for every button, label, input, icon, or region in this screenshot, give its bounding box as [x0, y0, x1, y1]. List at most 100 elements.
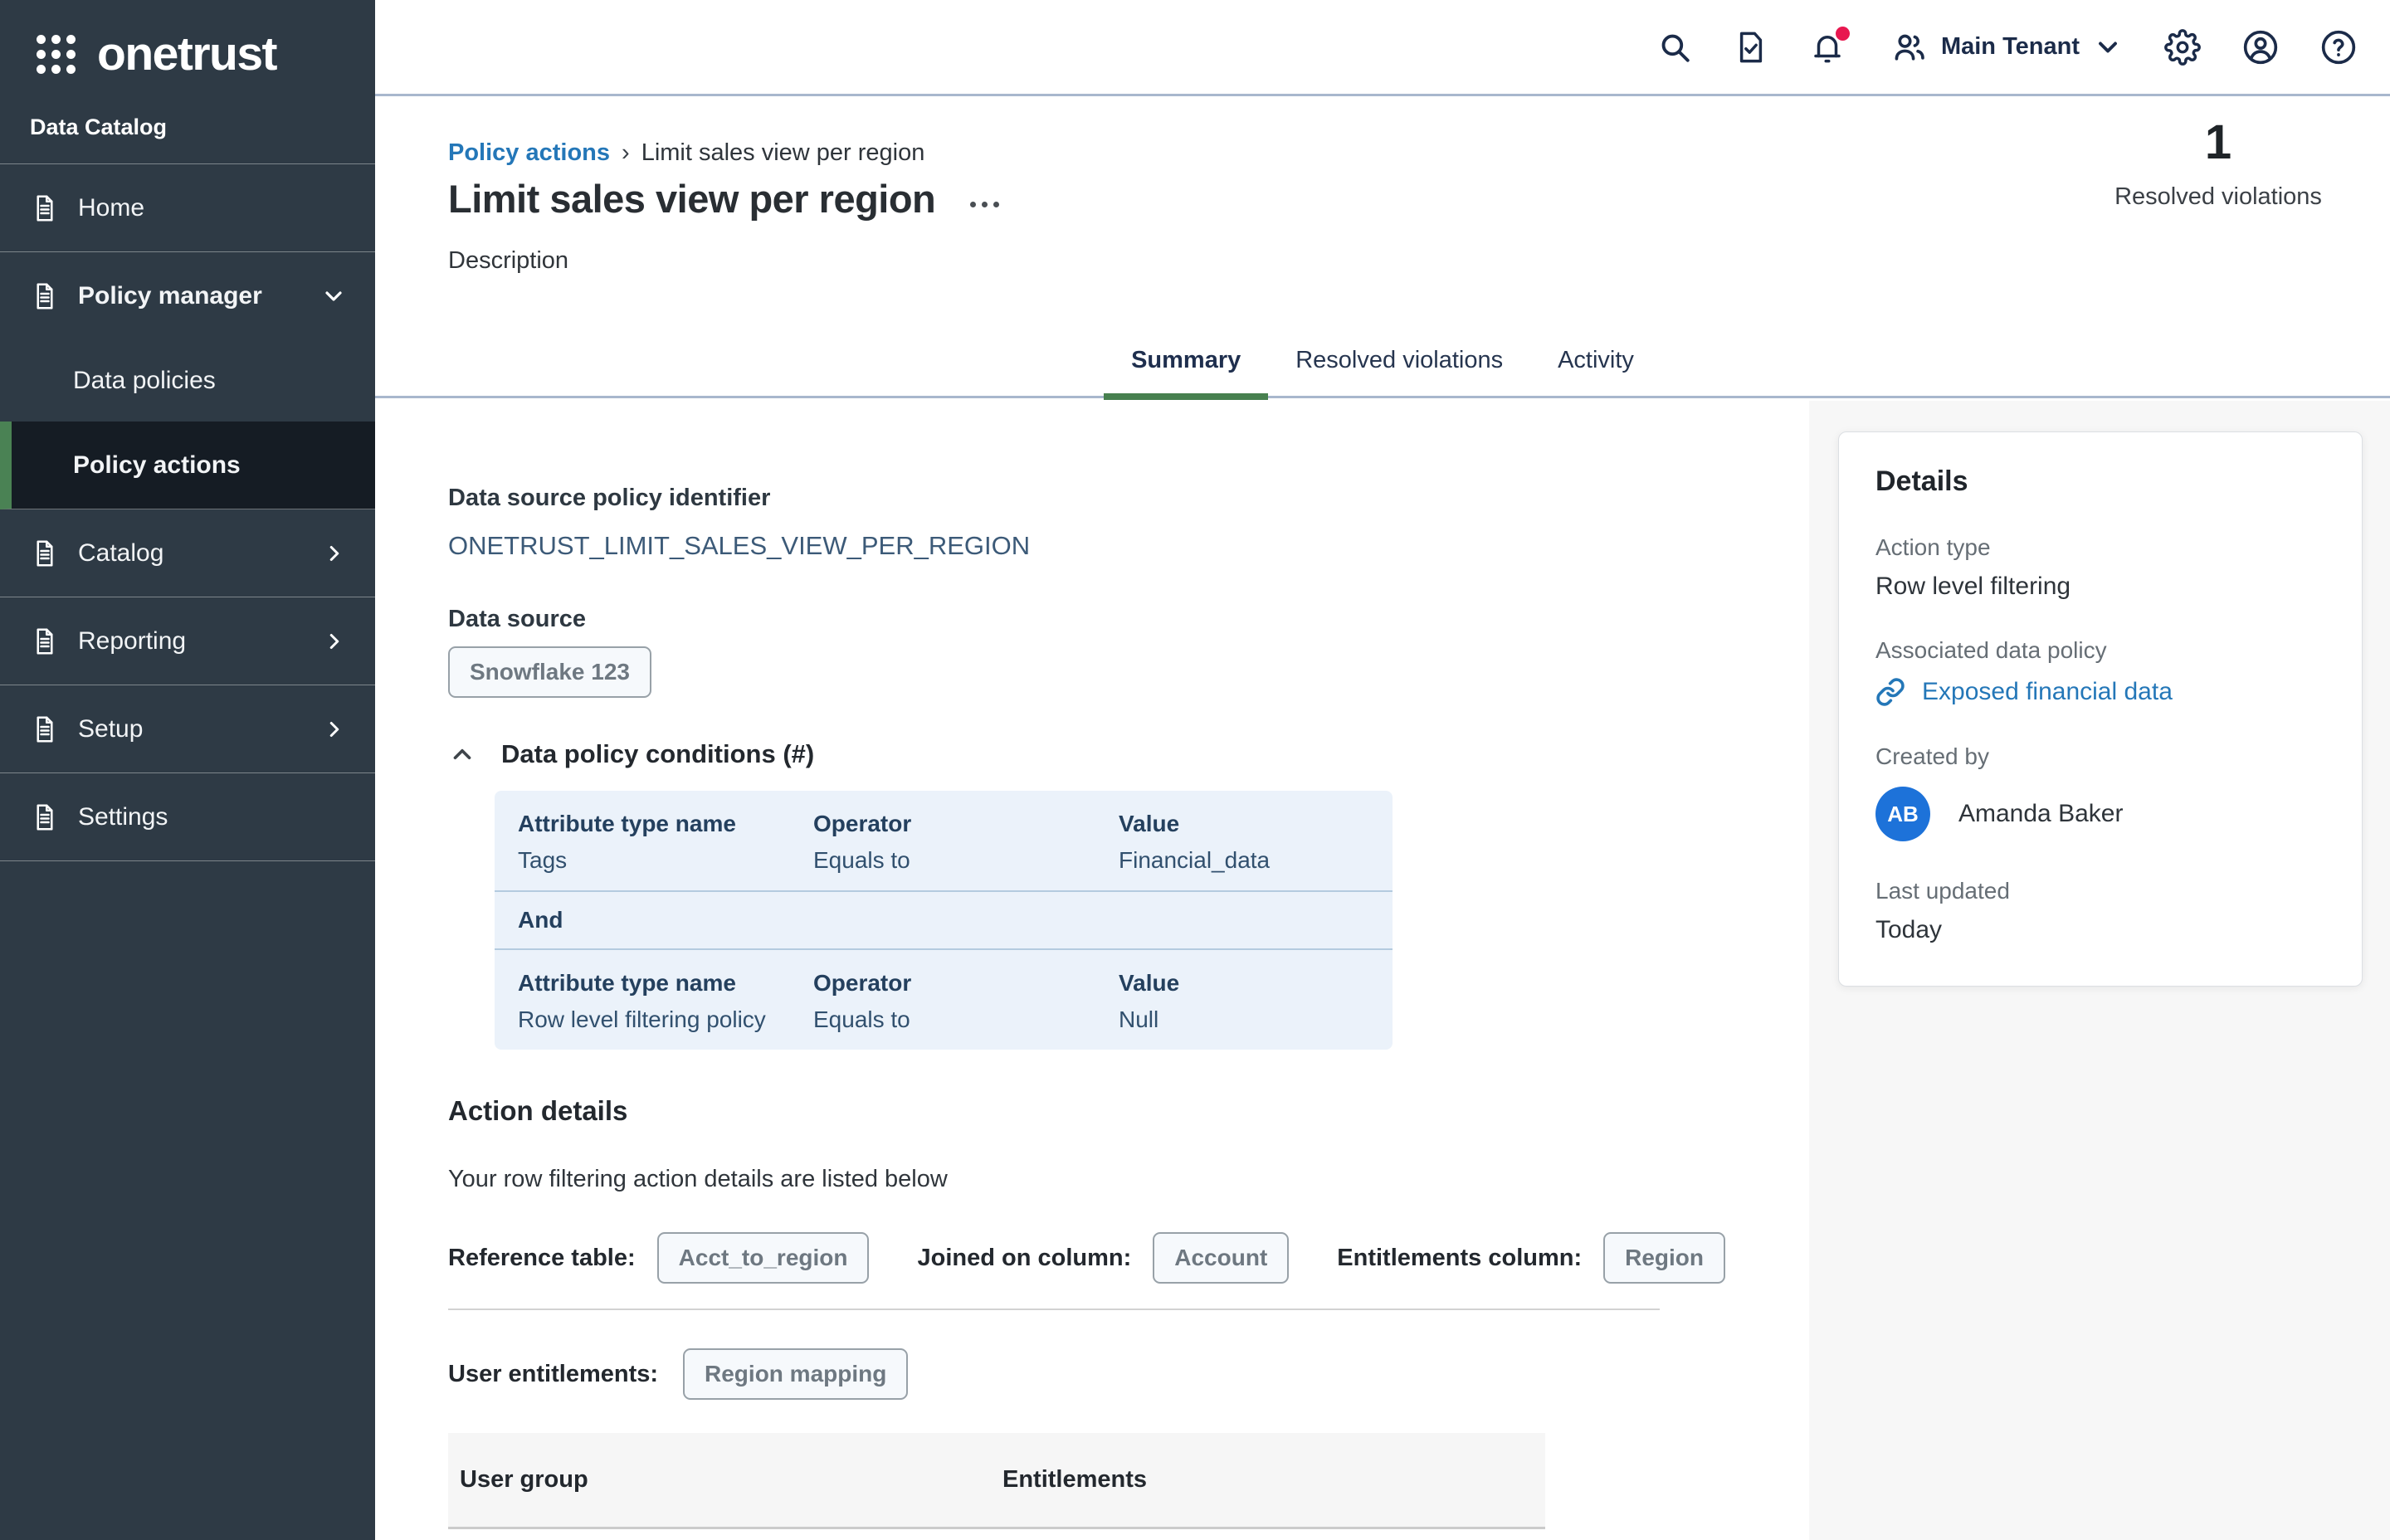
sidebar-item-label: Policy manager [78, 282, 262, 310]
sidebar-item-home[interactable]: Home [0, 164, 375, 252]
notification-badge [1836, 27, 1850, 41]
data-source-chip: Snowflake 123 [448, 646, 651, 698]
search-icon[interactable] [1657, 30, 1692, 65]
chevron-right-icon [322, 541, 347, 566]
action-type-label: Action type [1875, 534, 2325, 561]
details-card: Details Action type Row level filtering … [1838, 431, 2363, 987]
condition-attribute-value: Tags [518, 847, 813, 874]
associated-policy-link[interactable]: Exposed financial data [1875, 677, 2325, 707]
tenant-switcher[interactable]: Main Tenant [1891, 29, 2123, 66]
topbar: Main Tenant [375, 0, 2390, 96]
user-entitlements-field: User entitlements: Region mapping [448, 1348, 1759, 1400]
sidebar-item-label: Policy actions [73, 451, 241, 480]
settings-gear-icon[interactable] [2164, 29, 2201, 66]
breadcrumb: Policy actions › Limit sales view per re… [448, 139, 924, 167]
breadcrumb-policy-actions-link[interactable]: Policy actions [448, 139, 610, 167]
notifications-bell-icon[interactable] [1810, 30, 1845, 65]
conditions-conjunction: And [495, 892, 1393, 948]
last-updated-label: Last updated [1875, 878, 2325, 904]
tab-summary[interactable]: Summary [1104, 347, 1268, 396]
document-icon [30, 802, 60, 832]
user-entitlements-chip: Region mapping [683, 1348, 908, 1400]
action-details-description: Your row filtering action details are li… [448, 1164, 1759, 1194]
collapse-chevron-up-icon[interactable] [448, 740, 476, 768]
condition-col-operator: Operator [813, 970, 1119, 997]
document-icon [30, 193, 60, 223]
tenant-users-icon [1891, 29, 1928, 66]
joined-on-column-chip: Account [1153, 1232, 1289, 1284]
condition-value: Null [1119, 1006, 1376, 1033]
condition-value: Financial_data [1119, 847, 1376, 874]
stat-value: 1 [2081, 115, 2355, 170]
sidebar-item-label: Home [78, 194, 144, 222]
conditions-title: Data policy conditions (#) [501, 739, 814, 769]
associated-policy-link-text: Exposed financial data [1922, 678, 2173, 706]
summary-section: Data source policy identifier ONETRUST_L… [448, 401, 1759, 1529]
stat-label: Resolved violations [2081, 183, 2355, 211]
condition-attribute-value: Row level filtering policy [518, 1006, 813, 1033]
sidebar-item-label: Setup [78, 715, 143, 743]
sidebar-item-label: Data policies [73, 367, 216, 395]
sidebar-item-setup[interactable]: Setup [0, 685, 375, 773]
condition-col-value: Value [1119, 811, 1376, 837]
entitlements-table-header: User group Entitlements [448, 1433, 1545, 1529]
condition-operator-value: Equals to [813, 847, 1119, 874]
condition-col-value: Value [1119, 970, 1376, 997]
condition-col-attribute: Attribute type name [518, 970, 813, 997]
condition-col-attribute: Attribute type name [518, 811, 813, 837]
joined-on-column-label: Joined on column: [917, 1245, 1131, 1272]
more-actions-button[interactable] [970, 190, 999, 207]
condition-operator-value: Equals to [813, 1006, 1119, 1033]
identifier-value: ONETRUST_LIMIT_SALES_VIEW_PER_REGION [448, 530, 1759, 562]
sidebar-item-settings[interactable]: Settings [0, 773, 375, 861]
condition-row: Attribute type name Tags Operator Equals… [495, 791, 1393, 890]
action-details-fields: Reference table: Acct_to_region Joined o… [448, 1232, 1759, 1284]
document-icon [30, 714, 60, 744]
condition-col-operator: Operator [813, 811, 1119, 837]
created-by-name: Amanda Baker [1958, 800, 2123, 828]
action-details-title: Action details [448, 1094, 1759, 1128]
main-content: Policy actions › Limit sales view per re… [375, 96, 2390, 1540]
details-title: Details [1875, 465, 2325, 498]
breadcrumb-current: Limit sales view per region [641, 139, 925, 167]
sidebar-item-label: Settings [78, 803, 168, 831]
document-icon [30, 539, 60, 568]
column-header-entitlements: Entitlements [1002, 1466, 1545, 1494]
sidebar-item-policy-actions[interactable]: Policy actions [0, 422, 375, 509]
onetrust-data-catalog-app: { "brand": { "logo_text": "onetrust", "a… [0, 0, 2390, 1540]
sidebar-item-data-policies[interactable]: Data policies [0, 340, 375, 422]
associated-policy-label: Associated data policy [1875, 637, 2325, 664]
breadcrumb-separator: › [622, 139, 630, 167]
sidebar-item-policy-manager[interactable]: Policy manager [0, 252, 375, 340]
document-icon [30, 626, 60, 656]
sidebar-item-catalog[interactable]: Catalog [0, 509, 375, 597]
sidebar-item-label: Reporting [78, 627, 186, 655]
help-icon[interactable] [2320, 29, 2357, 66]
document-icon [30, 281, 60, 311]
last-updated-value: Today [1875, 916, 2325, 944]
page-title: Limit sales view per region [448, 176, 935, 222]
tab-activity[interactable]: Activity [1530, 347, 1661, 396]
tabbar: Summary Resolved violations Activity [375, 325, 2390, 398]
reference-table-label: Reference table: [448, 1245, 636, 1272]
tab-resolved-violations[interactable]: Resolved violations [1268, 347, 1530, 396]
data-source-label: Data source [448, 605, 1759, 633]
document-check-icon[interactable] [1734, 30, 1768, 65]
sidebar: onetrust Data Catalog Home Policy manage… [0, 0, 375, 1540]
logo-wordmark: onetrust [97, 27, 276, 81]
link-chain-icon [1875, 677, 1905, 707]
action-type-value: Row level filtering [1875, 573, 2325, 601]
sidebar-item-reporting[interactable]: Reporting [0, 597, 375, 685]
created-by-label: Created by [1875, 743, 2325, 770]
chevron-down-icon [2093, 32, 2123, 62]
section-divider [448, 1309, 1660, 1310]
app-name: Data Catalog [0, 83, 375, 164]
chevron-right-icon [322, 717, 347, 742]
logo: onetrust [0, 0, 375, 83]
conditions-panel: Attribute type name Tags Operator Equals… [495, 791, 1393, 1050]
reference-table-chip: Acct_to_region [657, 1232, 870, 1284]
description-label: Description [448, 247, 568, 275]
entitlements-column-chip: Region [1603, 1232, 1725, 1284]
user-entitlements-label: User entitlements: [448, 1361, 658, 1388]
account-icon[interactable] [2242, 29, 2279, 66]
